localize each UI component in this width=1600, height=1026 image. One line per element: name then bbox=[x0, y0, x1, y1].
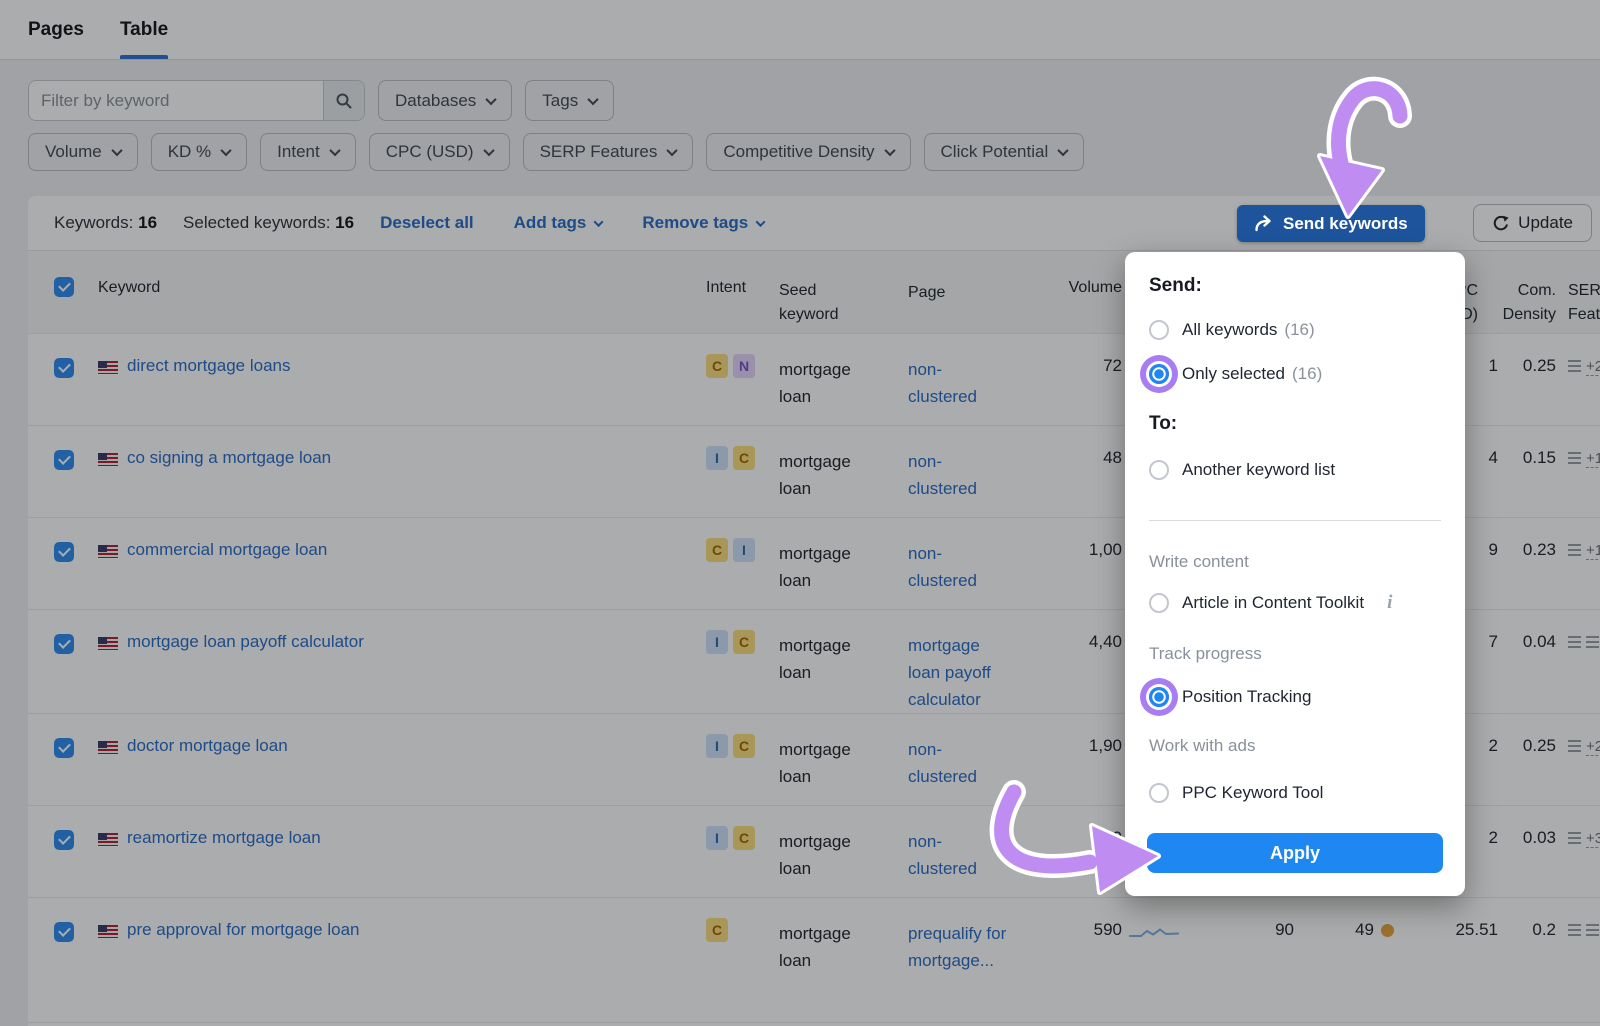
popup-send-heading: Send: bbox=[1149, 274, 1443, 298]
send-keywords-button[interactable]: Send keywords bbox=[1237, 205, 1425, 242]
track-progress-label: Track progress bbox=[1149, 643, 1443, 665]
option-only-selected-count: (16) bbox=[1292, 364, 1322, 384]
option-article-label: Article in Content Toolkit bbox=[1182, 593, 1364, 613]
radio-only-selected[interactable] bbox=[1149, 364, 1169, 384]
option-only-selected-label: Only selected bbox=[1182, 364, 1285, 384]
option-all-keywords-count: (16) bbox=[1284, 320, 1314, 340]
radio-ppc-keyword-tool[interactable] bbox=[1149, 783, 1169, 803]
purple-highlight-circle bbox=[1149, 687, 1169, 707]
option-only-selected[interactable]: Only selected (16) bbox=[1147, 352, 1443, 396]
option-ppc-keyword-tool[interactable]: PPC Keyword Tool bbox=[1147, 771, 1443, 815]
popup-to-heading: To: bbox=[1149, 412, 1443, 436]
option-position-tracking-label: Position Tracking bbox=[1182, 687, 1311, 707]
work-with-ads-label: Work with ads bbox=[1149, 735, 1443, 757]
option-article-content-toolkit[interactable]: Article in Content Toolkit i bbox=[1147, 581, 1443, 625]
option-another-keyword-list-label: Another keyword list bbox=[1182, 460, 1335, 480]
send-keywords-popup: Send: All keywords (16) Only selected (1… bbox=[1125, 252, 1465, 896]
write-content-label: Write content bbox=[1149, 551, 1443, 573]
option-ppc-label: PPC Keyword Tool bbox=[1182, 783, 1323, 803]
option-all-keywords[interactable]: All keywords (16) bbox=[1147, 308, 1443, 352]
info-icon[interactable]: i bbox=[1387, 592, 1392, 614]
keyword-strategy-builder-screen: { "tabs": { "pages": "Pages", "table": "… bbox=[0, 0, 1600, 1026]
option-another-keyword-list[interactable]: Another keyword list bbox=[1147, 448, 1443, 492]
radio-another-keyword-list[interactable] bbox=[1149, 460, 1169, 480]
radio-all-keywords[interactable] bbox=[1149, 320, 1169, 340]
purple-highlight-circle bbox=[1149, 364, 1169, 384]
option-all-keywords-label: All keywords bbox=[1182, 320, 1277, 340]
option-position-tracking[interactable]: Position Tracking bbox=[1147, 675, 1443, 719]
apply-button[interactable]: Apply bbox=[1147, 833, 1443, 873]
radio-position-tracking[interactable] bbox=[1149, 687, 1169, 707]
send-keywords-label: Send keywords bbox=[1283, 214, 1408, 234]
send-arrow-icon bbox=[1254, 215, 1274, 232]
popup-divider bbox=[1149, 520, 1441, 521]
radio-article-content-toolkit[interactable] bbox=[1149, 593, 1169, 613]
